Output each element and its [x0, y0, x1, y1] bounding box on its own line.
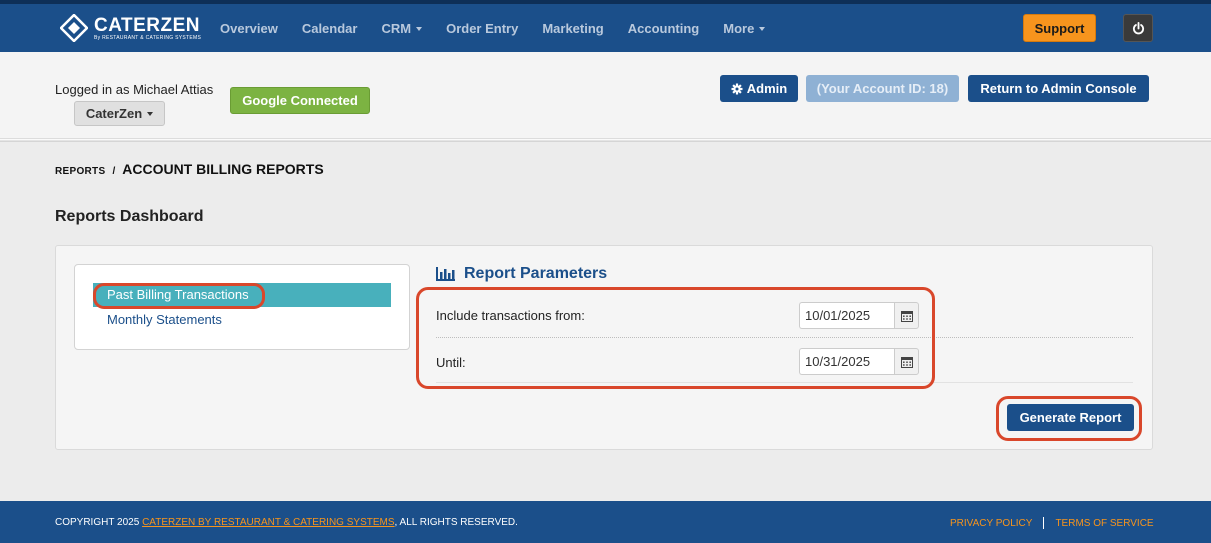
logo-diamond-icon — [60, 14, 88, 42]
account-id-button[interactable]: (Your Account ID: 18) — [806, 75, 959, 102]
report-menu-item-monthly-statements[interactable]: Monthly Statements — [107, 312, 222, 327]
terms-of-service-link[interactable]: TERMS OF SERVICE — [1055, 518, 1153, 529]
divider — [436, 382, 1133, 383]
organization-label: CaterZen — [85, 106, 143, 121]
footer-links: PRIVACY POLICY TERMS OF SERVICE — [950, 517, 1154, 529]
admin-button[interactable]: Admin — [720, 75, 798, 102]
nav-item-order-entry[interactable]: Order Entry — [446, 21, 518, 36]
param-row-from: Include transactions from: — [436, 294, 1133, 338]
return-to-admin-console-button[interactable]: Return to Admin Console — [968, 75, 1149, 102]
breadcrumb-current: ACCOUNT BILLING REPORTS — [122, 161, 324, 177]
footer-copyright: COPYRIGHT 2025 CATERZEN BY RESTAURANT & … — [55, 517, 518, 528]
report-menu-card — [74, 264, 410, 350]
report-parameters-heading: Report Parameters — [436, 265, 607, 283]
breadcrumb: REPORTS / ACCOUNT BILLING REPORTS — [55, 161, 324, 177]
nav-item-overview[interactable]: Overview — [220, 21, 278, 36]
google-connected-button[interactable]: Google Connected — [230, 87, 370, 114]
organization-dropdown[interactable]: CaterZen — [74, 101, 165, 126]
brand-name: CATERZEN — [94, 14, 201, 36]
breadcrumb-separator: / — [112, 166, 116, 177]
nav-item-more-label: More — [723, 20, 755, 36]
chevron-down-icon — [759, 27, 766, 32]
bar-chart-icon — [436, 267, 455, 281]
logged-in-text: Logged in as Michael Attias — [55, 82, 214, 97]
logout-button[interactable] — [1123, 14, 1153, 42]
power-icon — [1132, 21, 1144, 34]
chevron-down-icon — [147, 111, 154, 116]
calendar-icon[interactable] — [894, 302, 919, 329]
report-menu-item-past-billing[interactable]: Past Billing Transactions — [93, 283, 391, 307]
calendar-icon[interactable] — [894, 348, 919, 375]
brand-subline: By RESTAURANT & CATERING SYSTEMS — [94, 34, 202, 41]
from-date-input[interactable] — [799, 302, 894, 329]
copyright-suffix: , ALL RIGHTS RESERVED. — [394, 517, 518, 528]
nav-item-accounting[interactable]: Accounting — [628, 21, 700, 36]
privacy-policy-link[interactable]: PRIVACY POLICY — [950, 518, 1032, 529]
nav-item-crm[interactable]: CRM — [381, 20, 423, 36]
support-button[interactable]: Support — [1023, 14, 1096, 42]
divider — [1043, 517, 1045, 529]
company-link[interactable]: CATERZEN BY RESTAURANT & CATERING SYSTEM… — [142, 517, 394, 528]
until-label: Until: — [436, 354, 466, 370]
until-date-input[interactable] — [799, 348, 894, 375]
caterzen-logo[interactable]: CATERZEN By RESTAURANT & CATERING SYSTEM… — [60, 14, 201, 42]
page-title: Reports Dashboard — [55, 208, 204, 225]
divider — [0, 138, 1211, 141]
report-parameters-title: Report Parameters — [464, 265, 608, 282]
from-label: Include transactions from: — [436, 308, 585, 323]
admin-label: Admin — [746, 81, 788, 96]
gear-icon — [731, 83, 743, 94]
nav-item-calendar[interactable]: Calendar — [302, 21, 358, 36]
nav-item-marketing[interactable]: Marketing — [542, 21, 603, 36]
chevron-down-icon — [416, 27, 423, 32]
main-nav: Overview Calendar CRM Order Entry Market… — [220, 4, 789, 52]
nav-item-more[interactable]: More — [723, 20, 766, 36]
generate-report-button[interactable]: Generate Report — [1007, 404, 1134, 431]
breadcrumb-reports[interactable]: REPORTS — [55, 166, 105, 177]
param-row-until: Until: — [436, 340, 1133, 384]
nav-item-crm-label: CRM — [381, 20, 412, 36]
footer: COPYRIGHT 2025 CATERZEN BY RESTAURANT & … — [0, 501, 1211, 543]
copyright-prefix: COPYRIGHT 2025 — [55, 517, 143, 528]
top-navbar: CATERZEN By RESTAURANT & CATERING SYSTEM… — [0, 0, 1211, 52]
